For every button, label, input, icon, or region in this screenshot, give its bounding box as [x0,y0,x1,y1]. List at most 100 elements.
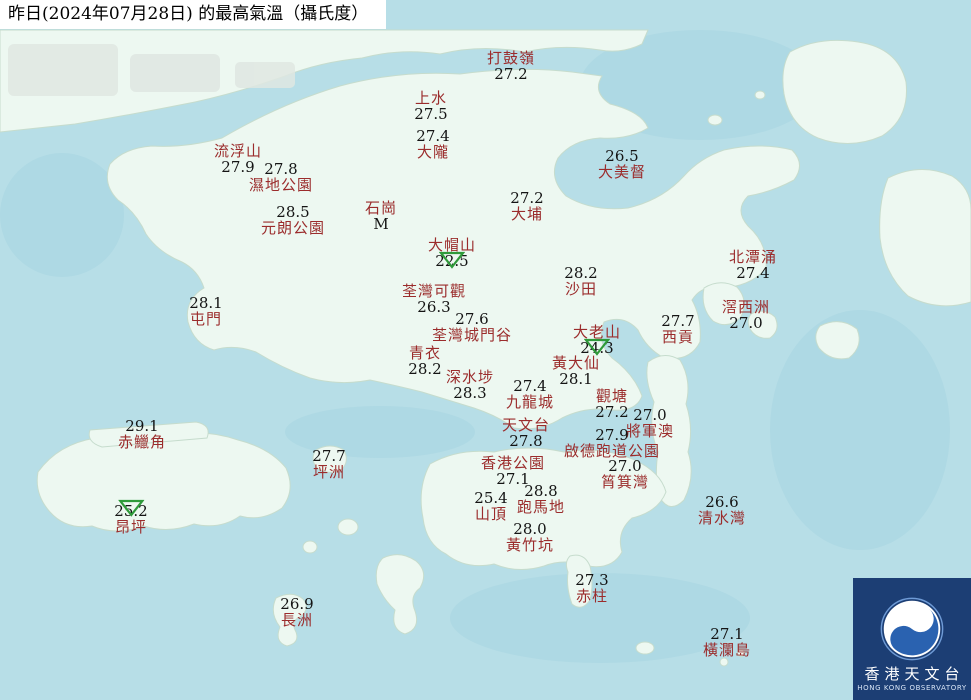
station-temperature: 28.1 [189,294,223,312]
station-name: 黃竹坑 [505,536,555,554]
station-name: 橫瀾島 [702,641,752,659]
station-temperature: 28.3 [453,384,487,402]
station-label: 大帽山 22.5 [428,237,476,269]
station-name: 青衣 [408,344,441,362]
station-name: 北潭涌 [728,248,778,266]
station-name: 筲箕灣 [600,473,650,491]
station-temperature: 26.5 [605,147,639,165]
station-label: 27.2 大埔 [510,190,543,222]
station-name: 荃灣可觀 [401,282,467,300]
station-temperature: 27.1 [710,625,744,643]
station-label: 27.6 荃灣城門谷 [432,311,512,343]
station-temperature: 27.9 [595,426,629,444]
station-label: 觀塘 27.2 [595,388,628,420]
station-temperature: 28.2 [564,264,598,282]
station-temperature: 22.5 [435,252,469,270]
station-name: 跑馬地 [516,498,566,516]
station-temperature: 28.2 [408,360,442,378]
station-label: 26.6 清水灣 [698,494,746,526]
station-label: 上水 27.5 [414,90,447,122]
station-name: 長洲 [280,611,313,629]
station-label: 黃大仙 28.1 [552,355,600,387]
station-name: 大隴 [416,143,449,161]
station-temperature: 27.5 [414,105,448,123]
station-name: 大帽山 [427,236,477,254]
station-name: 坪洲 [312,463,345,481]
station-name: 大老山 [572,323,622,341]
station-temperature: 27.4 [416,127,450,145]
station-name: 滘西洲 [721,298,771,316]
station-label: 27.8 濕地公園 [249,161,313,193]
station-label: 25.2 昂坪 [114,499,148,536]
hko-logo-english-name: HONG KONG OBSERVATORY [857,684,967,692]
stations-layer: 打鼓嶺 27.2 上水 27.5 27.4 大隴 流浮山 27.9 27.8 濕地公園 26.5 大美… [0,0,971,700]
station-temperature: 28.1 [559,370,593,388]
station-label: 27.3 赤柱 [575,572,608,604]
station-temperature: 27.3 [575,571,609,589]
station-label: 27.9 啟德跑道公園 [564,427,660,459]
station-label: 滘西洲 27.0 [722,299,770,331]
station-label: 28.2 沙田 [564,265,597,297]
station-name: 清水灣 [697,509,747,527]
station-name: 赤鱲角 [117,433,167,451]
station-name: 深水埗 [445,368,495,386]
station-label: 27.4 九龍城 [506,378,554,410]
station-temperature: 26.9 [280,595,314,613]
station-label: 27.7 西貢 [661,313,694,345]
station-name: 上水 [414,89,447,107]
hko-logo-box: 香港天文台 HONG KONG OBSERVATORY [853,578,971,700]
station-label: 石崗 M [365,200,397,232]
station-temperature: 27.6 [455,310,489,328]
station-name: 屯門 [189,310,222,328]
station-name: 荃灣城門谷 [431,326,513,344]
station-temperature: 27.2 [595,403,629,421]
station-label: 27.7 坪洲 [312,448,345,480]
station-label: 29.1 赤鱲角 [118,418,166,450]
station-name: 西貢 [661,328,694,346]
hko-logo-chinese-name: 香港天文台 [864,665,965,683]
station-name: 大美督 [597,163,647,181]
station-name: 黃大仙 [551,354,601,372]
station-label: 28.5 元朗公園 [261,204,325,236]
station-label: 打鼓嶺 27.2 [487,50,535,82]
station-label: 28.1 屯門 [189,295,222,327]
station-temperature: 27.0 [633,406,667,424]
station-name: 元朗公園 [260,219,326,237]
station-temperature: 27.7 [312,447,346,465]
station-name: 天文台 [501,416,551,434]
station-label: 大老山 24.3 [573,324,621,356]
station-temperature: 27.2 [494,65,528,83]
station-temperature: 25.4 [474,489,508,507]
station-name: 大埔 [510,205,543,223]
station-name: 九龍城 [505,393,555,411]
station-temperature: 25.2 [114,502,148,520]
station-temperature: 27.7 [661,312,695,330]
hko-logo-icon [880,597,944,661]
station-name: 打鼓嶺 [486,49,536,67]
weather-map-screen: 打鼓嶺 27.2 上水 27.5 27.4 大隴 流浮山 27.9 27.8 濕地公園 26.5 大美… [0,0,971,700]
station-name: 香港公園 [480,454,546,472]
station-temperature: 27.4 [736,264,770,282]
station-label: 深水埗 28.3 [446,369,494,401]
station-name: 昂坪 [114,518,147,536]
station-temperature: M [373,215,389,233]
station-name: 山頂 [474,505,507,523]
station-name: 觀塘 [595,387,628,405]
station-label: 26.5 大美督 [598,148,646,180]
station-name: 石崗 [364,199,398,217]
station-label: 26.9 長洲 [280,596,313,628]
station-temperature: 27.8 [509,432,543,450]
station-label: 北潭涌 27.4 [729,249,777,281]
station-temperature: 27.0 [608,457,642,475]
station-label: 27.4 大隴 [416,128,449,160]
station-temperature: 27.2 [510,189,544,207]
station-temperature: 28.0 [513,520,547,538]
station-temperature: 28.5 [276,203,310,221]
station-temperature: 29.1 [125,417,159,435]
station-name: 濕地公園 [248,176,314,194]
station-label: 青衣 28.2 [408,345,441,377]
station-temperature: 26.6 [705,493,739,511]
station-name: 赤柱 [575,587,608,605]
station-name: 流浮山 [213,142,263,160]
station-label: 27.0 筲箕灣 [601,458,649,490]
